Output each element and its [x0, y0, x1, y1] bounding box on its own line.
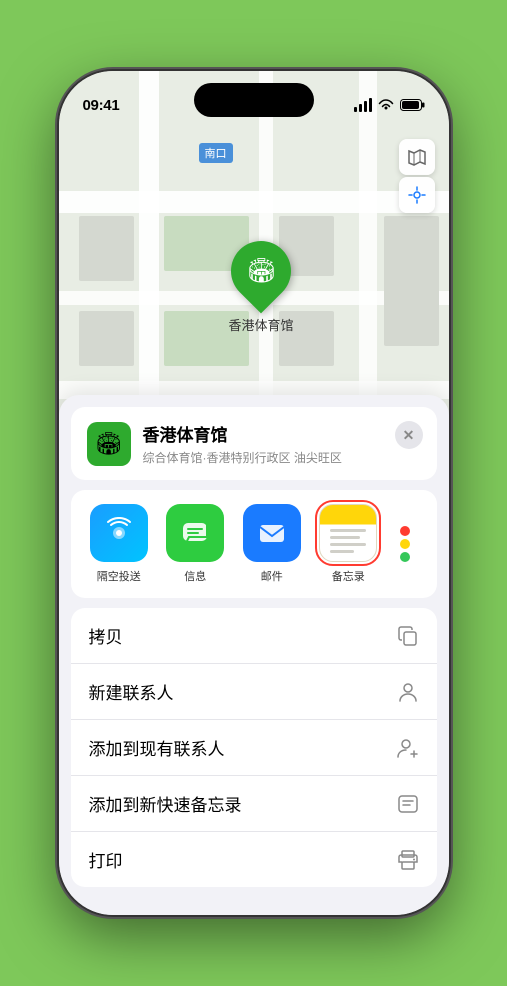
copy-icon	[397, 625, 419, 647]
share-row: 隔空投送 信息	[71, 490, 437, 598]
new-contact-label: 新建联系人	[89, 679, 174, 704]
location-name: 香港体育馆	[143, 421, 421, 446]
message-label: 信息	[184, 568, 206, 584]
action-list: 拷贝 新建联系人	[71, 608, 437, 887]
road-h1	[59, 191, 449, 213]
mail-icon	[243, 504, 301, 562]
print-label: 打印	[89, 847, 123, 872]
copy-label: 拷贝	[89, 623, 123, 648]
action-add-contact[interactable]: 添加到现有联系人	[71, 720, 437, 776]
share-item-airdrop[interactable]: 隔空投送	[81, 504, 158, 584]
location-info: 香港体育馆 综合体育馆·香港特别行政区 油尖旺区	[143, 421, 421, 466]
share-item-message[interactable]: 信息	[157, 504, 234, 584]
dynamic-island	[194, 83, 314, 117]
notes-label: 备忘录	[332, 568, 365, 584]
location-subtitle: 综合体育馆·香港特别行政区 油尖旺区	[143, 449, 421, 466]
map-type-button[interactable]	[399, 139, 435, 175]
map-pin: 🏟	[219, 229, 304, 314]
share-item-notes[interactable]: 备忘录	[310, 504, 387, 584]
map-label: 南口	[199, 143, 233, 163]
message-icon	[166, 504, 224, 562]
location-button[interactable]	[399, 177, 435, 213]
action-copy[interactable]: 拷贝	[71, 608, 437, 664]
close-button[interactable]: ✕	[395, 421, 423, 449]
action-print[interactable]: 打印	[71, 832, 437, 887]
action-quick-note[interactable]: 添加到新快速备忘录	[71, 776, 437, 832]
add-contact-label: 添加到现有联系人	[89, 735, 225, 760]
phone-screen: 09:41	[59, 71, 449, 915]
status-icons	[354, 98, 425, 112]
printer-icon	[397, 849, 419, 871]
status-time: 09:41	[83, 97, 120, 114]
bottom-sheet: 🏟 香港体育馆 综合体育馆·香港特别行政区 油尖旺区 ✕	[59, 395, 449, 915]
signal-bars	[354, 98, 372, 112]
person-add-icon	[397, 737, 419, 759]
wifi-icon	[378, 99, 394, 111]
share-item-mail[interactable]: 邮件	[234, 504, 311, 584]
map-controls	[399, 139, 435, 213]
action-new-contact[interactable]: 新建联系人	[71, 664, 437, 720]
battery-icon	[400, 99, 425, 111]
phone-frame: 09:41	[59, 71, 449, 915]
quick-note-label: 添加到新快速备忘录	[89, 791, 242, 816]
airdrop-icon	[90, 504, 148, 562]
note-icon	[397, 793, 419, 815]
mail-label: 邮件	[261, 568, 283, 584]
location-header: 🏟 香港体育馆 综合体育馆·香港特别行政区 油尖旺区 ✕	[71, 407, 437, 480]
map-pin-container: 🏟 香港体育馆	[229, 241, 294, 334]
person-icon	[397, 681, 419, 703]
notes-icon	[319, 504, 377, 562]
map-pin-label: 香港体育馆	[229, 315, 294, 334]
location-venue-icon: 🏟	[87, 422, 131, 466]
more-apps-indicator[interactable]	[387, 515, 423, 573]
airdrop-label: 隔空投送	[97, 568, 141, 584]
